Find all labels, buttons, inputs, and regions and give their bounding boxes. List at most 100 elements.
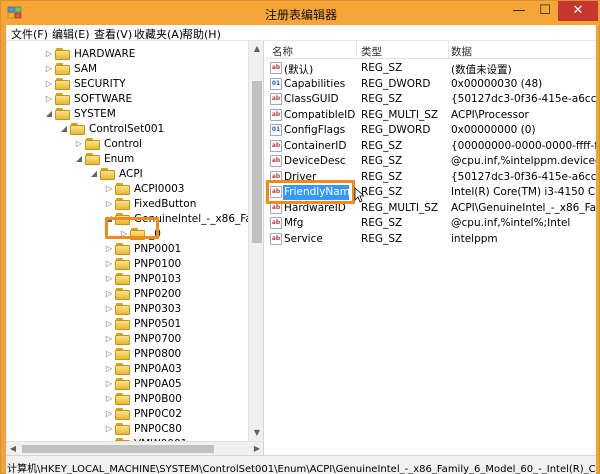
tree-item[interactable]: ▷ PNP0A05	[6, 377, 248, 392]
value-type: REG_MULTI_SZ	[361, 108, 439, 121]
tree-vertical-scrollbar[interactable]: ▲ ▼	[248, 41, 263, 441]
expand-arrow-icon[interactable]: ▷	[104, 258, 114, 270]
tree-item[interactable]: ▷ PNP0A03	[6, 362, 248, 377]
expand-arrow-icon[interactable]: ◢	[74, 153, 84, 165]
scroll-left-arrow-icon[interactable]: ◀	[6, 442, 20, 455]
tree-item[interactable]: ◢ Enum	[6, 152, 248, 167]
value-row[interactable]: ab Service REG_SZ intelppm	[266, 232, 596, 247]
tree-item[interactable]: ▷ PNP0B00	[6, 392, 248, 407]
expand-arrow-icon[interactable]: ◢	[59, 123, 69, 135]
value-row[interactable]: ab CompatibleIDs REG_MULTI_SZ ACPI\Processo…	[266, 108, 596, 123]
value-name: (默认)	[284, 64, 314, 76]
tree-item[interactable]: ▷ PNP0303	[6, 302, 248, 317]
folder-icon	[100, 168, 116, 180]
menu-view[interactable]: 查看(V)	[94, 26, 132, 42]
scroll-up-arrow-icon[interactable]: ▲	[249, 41, 263, 57]
column-divider[interactable]	[356, 41, 357, 59]
tree-item-label: PNP0001	[134, 243, 182, 255]
tree-item[interactable]: ▷ SECURITY	[6, 77, 248, 92]
folder-icon	[115, 288, 131, 300]
value-row[interactable]: ab DeviceDesc REG_SZ @cpu.inf,%intelppm.dev…	[266, 154, 596, 169]
scroll-down-arrow-icon[interactable]: ▼	[249, 425, 263, 441]
column-divider[interactable]	[448, 41, 449, 59]
string-value-icon: ab	[270, 217, 282, 229]
value-row[interactable]: 01 Capabilities REG_DWORD 0x00000030 (48)	[266, 77, 596, 92]
tree-horizontal-scrollbar[interactable]: ◀ ▶	[6, 441, 263, 455]
tree-item[interactable]: ▷ PNP0700	[6, 332, 248, 347]
folder-icon	[115, 318, 131, 330]
tree-item-label: PNP0C02	[134, 408, 182, 420]
tree-item[interactable]: ▷ PNP0103	[6, 272, 248, 287]
column-header-name[interactable]: 名称	[272, 44, 293, 59]
tree-item[interactable]: ◢ SYSTEM	[6, 107, 248, 122]
scroll-right-arrow-icon[interactable]: ▶	[250, 442, 263, 455]
value-data: 0x00000000 (0)	[451, 124, 536, 136]
menu-edit[interactable]: 编辑(E)	[52, 26, 90, 42]
scroll-thumb[interactable]	[252, 81, 262, 243]
title-bar[interactable]: 注册表编辑器 — ☐ ✕	[1, 1, 600, 25]
value-name: CompatibleIDs	[284, 108, 356, 121]
expand-arrow-icon[interactable]: ▷	[104, 393, 114, 405]
expand-arrow-icon[interactable]: ▷	[104, 303, 114, 315]
tree-item[interactable]: ▷ PNP0100	[6, 257, 248, 272]
expand-arrow-icon[interactable]: ▷	[44, 93, 54, 105]
menu-help[interactable]: 帮助(H)	[182, 26, 221, 42]
expand-arrow-icon[interactable]: ▷	[104, 378, 114, 390]
expand-arrow-icon[interactable]: ▷	[44, 63, 54, 75]
values-list[interactable]: 名称 类型 数据 ab (默认) REG_SZ (数值未设置) 01 Capabiliti…	[266, 41, 596, 455]
menu-file[interactable]: 文件(F)	[11, 26, 48, 42]
tree-item-label: Control	[104, 138, 142, 150]
expand-arrow-icon[interactable]: ▷	[104, 348, 114, 360]
expand-arrow-icon[interactable]: ▷	[104, 273, 114, 285]
value-row[interactable]: ab (默认) REG_SZ (数值未设置)	[266, 61, 596, 76]
horizontal-scroll-thumb[interactable]	[22, 445, 214, 453]
string-value-icon: ab	[270, 155, 282, 167]
value-data: {00000000-0000-0000-ffff-ffffffff	[451, 139, 596, 152]
expand-arrow-icon[interactable]: ▷	[74, 138, 84, 150]
registry-tree[interactable]: ▷ HARDWARE ▷ SAM ▷ SECURITY ▷ SOFTWARE ◢ SYSTEM ◢ C…	[6, 41, 264, 455]
tree-item[interactable]: ▷ PNP0800	[6, 347, 248, 362]
expand-arrow-icon[interactable]: ▷	[104, 408, 114, 420]
string-value-icon: ab	[270, 139, 282, 152]
value-type: REG_SZ	[361, 170, 403, 183]
expand-arrow-icon[interactable]: ▷	[104, 423, 114, 435]
expand-arrow-icon[interactable]: ▷	[104, 243, 114, 255]
menu-favorites[interactable]: 收藏夹(A)	[134, 26, 183, 42]
tree-item[interactable]: ◢ ControlSet001	[6, 122, 248, 137]
tree-item[interactable]: ▷ PNP0200	[6, 287, 248, 302]
expand-arrow-icon[interactable]: ▷	[104, 363, 114, 375]
minimize-button[interactable]: —	[506, 1, 532, 21]
tree-item[interactable]: ▷ SOFTWARE	[6, 92, 248, 107]
value-name: Capabilities	[284, 77, 346, 90]
tree-item[interactable]: ▷ Control	[6, 137, 248, 152]
expand-arrow-icon[interactable]: ▷	[104, 198, 114, 210]
tree-item[interactable]: ▷ SAM	[6, 62, 248, 77]
expand-arrow-icon[interactable]: ▷	[104, 183, 114, 195]
tree-item[interactable]: ▷ PNP0501	[6, 317, 248, 332]
expand-arrow-icon[interactable]: ▷	[104, 318, 114, 330]
tree-item[interactable]: ▷ PNP0C80	[6, 422, 248, 437]
tree-item[interactable]: ▷ PNP0C02	[6, 407, 248, 422]
tree-item-label: ACPI	[119, 168, 143, 180]
tree-item[interactable]: ▷ ACPI0003	[6, 182, 248, 197]
folder-icon	[70, 123, 86, 135]
close-button[interactable]: ✕	[558, 1, 598, 21]
tree-item[interactable]: ▷ PNP0001	[6, 242, 248, 257]
value-row[interactable]: ab ClassGUID REG_SZ {50127dc3-0f36-415e-a6c…	[266, 92, 596, 107]
tree-item[interactable]: ◢ ACPI	[6, 167, 248, 182]
expand-arrow-icon[interactable]: ◢	[44, 108, 54, 120]
tree-item[interactable]: ▷ FixedButton	[6, 197, 248, 212]
tree-item[interactable]: ▷ HARDWARE	[6, 47, 248, 62]
value-row[interactable]: ab ContainerID REG_SZ {00000000-0000-0000-f…	[266, 139, 596, 154]
expand-arrow-icon[interactable]: ▷	[104, 333, 114, 345]
expand-arrow-icon[interactable]: ▷	[44, 48, 54, 60]
expand-arrow-icon[interactable]: ▷	[44, 78, 54, 90]
value-data: Intel(R) Core(TM) i3-4150 CPU @	[451, 186, 596, 198]
maximize-button[interactable]: ☐	[532, 1, 558, 21]
expand-arrow-icon[interactable]: ◢	[89, 168, 99, 180]
expand-arrow-icon[interactable]: ▷	[104, 288, 114, 300]
value-row[interactable]: ab Mfg REG_SZ @cpu.inf,%intel%;Intel	[266, 216, 596, 231]
value-row[interactable]: 01 ConfigFlags REG_DWORD 0x00000000 (0)	[266, 123, 596, 138]
column-header-data[interactable]: 数据	[451, 44, 472, 59]
column-header-type[interactable]: 类型	[361, 44, 382, 59]
